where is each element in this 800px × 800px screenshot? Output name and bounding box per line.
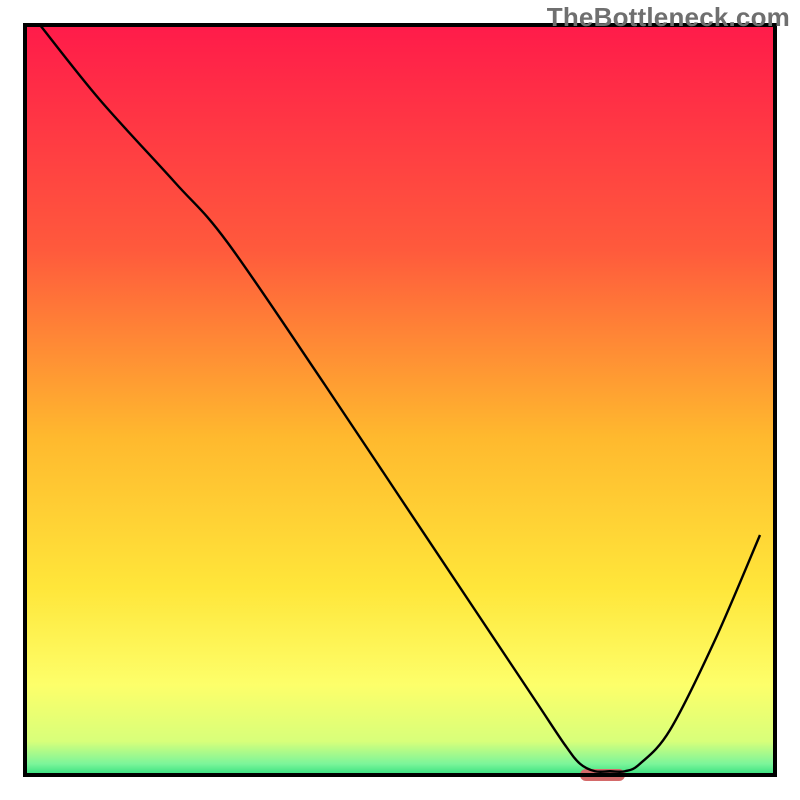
bottleneck-chart [0,0,800,800]
plot-background [25,25,775,775]
chart-container: TheBottleneck.com [0,0,800,800]
watermark-text: TheBottleneck.com [547,2,790,33]
